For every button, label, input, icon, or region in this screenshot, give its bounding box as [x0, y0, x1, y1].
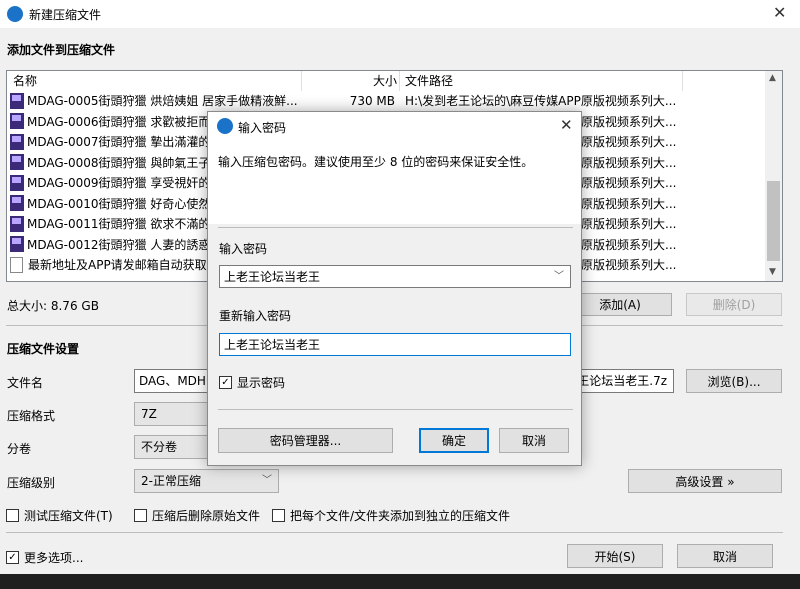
filename-value-start: DAG、MDH — [139, 374, 206, 388]
file-row[interactable]: MDAG-0007街頭狩獵 摯出滿灌的 — [10, 132, 210, 152]
video-file-icon — [10, 236, 24, 252]
column-header-path[interactable]: 文件路径 — [405, 71, 453, 91]
password-value: 上老王论坛当老王 — [224, 270, 321, 284]
test-archive-checkbox[interactable]: 测试压缩文件(T) — [6, 507, 113, 524]
cancel-button[interactable]: 取消 — [677, 544, 773, 568]
file-name: MDAG-0009街頭狩獵 享受視奸的 — [27, 176, 211, 190]
chevron-down-icon: ﹀ — [262, 475, 272, 486]
file-name: 最新地址及APP请发邮箱自动获取 — [28, 258, 207, 272]
settings-heading: 压缩文件设置 — [7, 342, 80, 356]
file-row[interactable]: MDAG-0008街頭狩獵 與帥氣王子 — [10, 153, 210, 173]
file-path: 原版视频系列大... — [581, 135, 677, 149]
dialog-title: 输入密码 — [238, 121, 287, 135]
dialog-title-bar: 输入密码 ✕ — [208, 112, 581, 140]
file-path: 原版视频系列大... — [581, 114, 677, 129]
file-row[interactable]: MDAG-0011街頭狩獵 欲求不滿的 — [10, 214, 210, 234]
scroll-thumb[interactable] — [767, 181, 780, 261]
password-dialog: 输入密码 ✕ 输入压缩包密码。建议使用至少 8 位的密码来保证安全性。 输入密码… — [207, 111, 582, 466]
file-size: 730 MB — [349, 94, 395, 108]
file-row[interactable]: 最新地址及APP请发邮箱自动获取 — [10, 255, 207, 275]
video-file-icon — [10, 133, 24, 150]
file-path: 原版视频系列大... — [581, 237, 677, 252]
reenter-password-label: 重新输入密码 — [219, 309, 292, 323]
total-size: 总大小: 8.76 GB — [7, 299, 99, 313]
level-label: 压缩级别 — [7, 476, 56, 490]
file-row[interactable]: MDAG-0009街頭狩獵 享受視奸的 — [10, 173, 210, 193]
app-logo-icon — [7, 6, 23, 22]
password-combo[interactable]: 上老王论坛当老王 ﹀ — [219, 265, 571, 288]
file-name: MDAG-0008街頭狩獵 與帥氣王子 — [27, 155, 211, 170]
separate-archives-checkbox[interactable]: 把每个文件/文件夹添加到独立的压缩文件 — [272, 507, 510, 524]
file-row[interactable]: MDAG-0012街頭狩獵 人妻的誘惑 — [10, 235, 210, 255]
password-manager-button[interactable]: 密码管理器... — [218, 428, 393, 453]
advanced-settings-button[interactable]: 高级设置 » — [628, 469, 782, 493]
scroll-up-icon[interactable]: ▲ — [769, 73, 776, 83]
delete-button[interactable]: 删除(D) — [686, 293, 782, 316]
ok-button[interactable]: 确定 — [419, 428, 489, 453]
checkbox-box[interactable] — [272, 509, 285, 522]
file-row[interactable]: MDAG-0005街頭狩獵 烘焙姨姐 居家手做精液鮮... — [10, 91, 298, 111]
file-name: MDAG-0011街頭狩獵 欲求不滿的 — [27, 217, 211, 231]
taskbar — [0, 574, 800, 589]
checkbox-checked-icon[interactable]: ✓ — [6, 551, 19, 564]
level-value: 2-正常压缩 — [141, 474, 201, 488]
file-list-scrollbar[interactable]: ▲ ▼ — [765, 71, 782, 281]
video-file-icon — [10, 215, 24, 232]
browse-button[interactable]: 浏览(B)... — [686, 369, 782, 393]
video-file-icon — [10, 195, 24, 211]
file-row[interactable]: MDAG-0006街頭狩獵 求歡被拒而 — [10, 112, 210, 132]
file-name: MDAG-0007街頭狩獵 摯出滿灌的 — [27, 135, 211, 149]
checkbox-checked-icon[interactable]: ✓ — [219, 376, 232, 389]
password-label: 输入密码 — [219, 242, 268, 256]
video-file-icon — [10, 174, 24, 191]
file-path: H:\发到老王论坛的\麻豆传媒APP原版视频系列大... — [405, 94, 677, 108]
chevron-down-icon[interactable]: ﹀ — [554, 266, 564, 287]
split-label: 分卷 — [7, 442, 32, 456]
add-files-heading: 添加文件到压缩文件 — [7, 43, 116, 57]
video-file-icon — [10, 154, 24, 170]
dialog-logo-icon — [217, 118, 233, 134]
checkbox-box[interactable] — [6, 509, 19, 522]
file-name: MDAG-0012街頭狩獵 人妻的誘惑 — [27, 237, 211, 252]
video-file-icon — [10, 92, 24, 109]
dialog-header-panel: 输入压缩包密码。建议使用至少 8 位的密码来保证安全性。 — [208, 140, 581, 224]
file-path: 原版视频系列大... — [581, 217, 677, 231]
file-path: 原版视频系列大... — [581, 196, 677, 211]
dialog-hint: 输入压缩包密码。建议使用至少 8 位的密码来保证安全性。 — [218, 155, 534, 169]
video-file-icon — [10, 113, 24, 129]
filename-value-end: 王论坛当老王.7z — [577, 374, 667, 388]
checkbox-box[interactable] — [134, 509, 147, 522]
format-value: 7Z — [141, 407, 157, 421]
file-name: MDAG-0005街頭狩獵 烘焙姨姐 居家手做精液鮮... — [27, 94, 298, 108]
start-button[interactable]: 开始(S) — [567, 544, 663, 568]
delete-after-checkbox[interactable]: 压缩后删除原始文件 — [134, 507, 260, 524]
split-value: 不分卷 — [141, 440, 178, 454]
scroll-down-icon[interactable]: ▼ — [769, 267, 776, 277]
file-path: 原版视频系列大... — [581, 176, 677, 190]
dialog-close-icon[interactable]: ✕ — [560, 116, 573, 134]
file-path: 原版视频系列大... — [581, 258, 677, 272]
window-title: 新建压缩文件 — [29, 8, 102, 22]
reenter-password-input[interactable]: 上老王论坛当老王 — [219, 333, 571, 356]
title-bar: 新建压缩文件 ✕ — [0, 0, 800, 28]
dialog-cancel-button[interactable]: 取消 — [499, 428, 569, 453]
reenter-password-value: 上老王论坛当老王 — [224, 338, 321, 352]
filename-label: 文件名 — [7, 376, 44, 390]
column-header-size[interactable]: 大小 — [307, 71, 397, 91]
close-icon[interactable]: ✕ — [773, 3, 786, 22]
level-select[interactable]: 2-正常压缩 ﹀ — [134, 469, 279, 493]
file-path: 原版视频系列大... — [581, 155, 677, 170]
format-label: 压缩格式 — [7, 409, 56, 423]
file-name: MDAG-0010街頭狩獵 好奇心使然 — [27, 196, 211, 211]
column-header-name[interactable]: 名称 — [13, 71, 37, 91]
file-row[interactable]: MDAG-0010街頭狩獵 好奇心使然 — [10, 194, 210, 214]
more-options-checkbox[interactable]: ✓ 更多选项... — [6, 549, 83, 566]
show-password-checkbox[interactable]: ✓ 显示密码 — [219, 374, 285, 391]
text-file-icon — [10, 256, 23, 273]
add-button[interactable]: 添加(A) — [568, 293, 672, 316]
file-name: MDAG-0006街頭狩獵 求歡被拒而 — [27, 114, 211, 129]
